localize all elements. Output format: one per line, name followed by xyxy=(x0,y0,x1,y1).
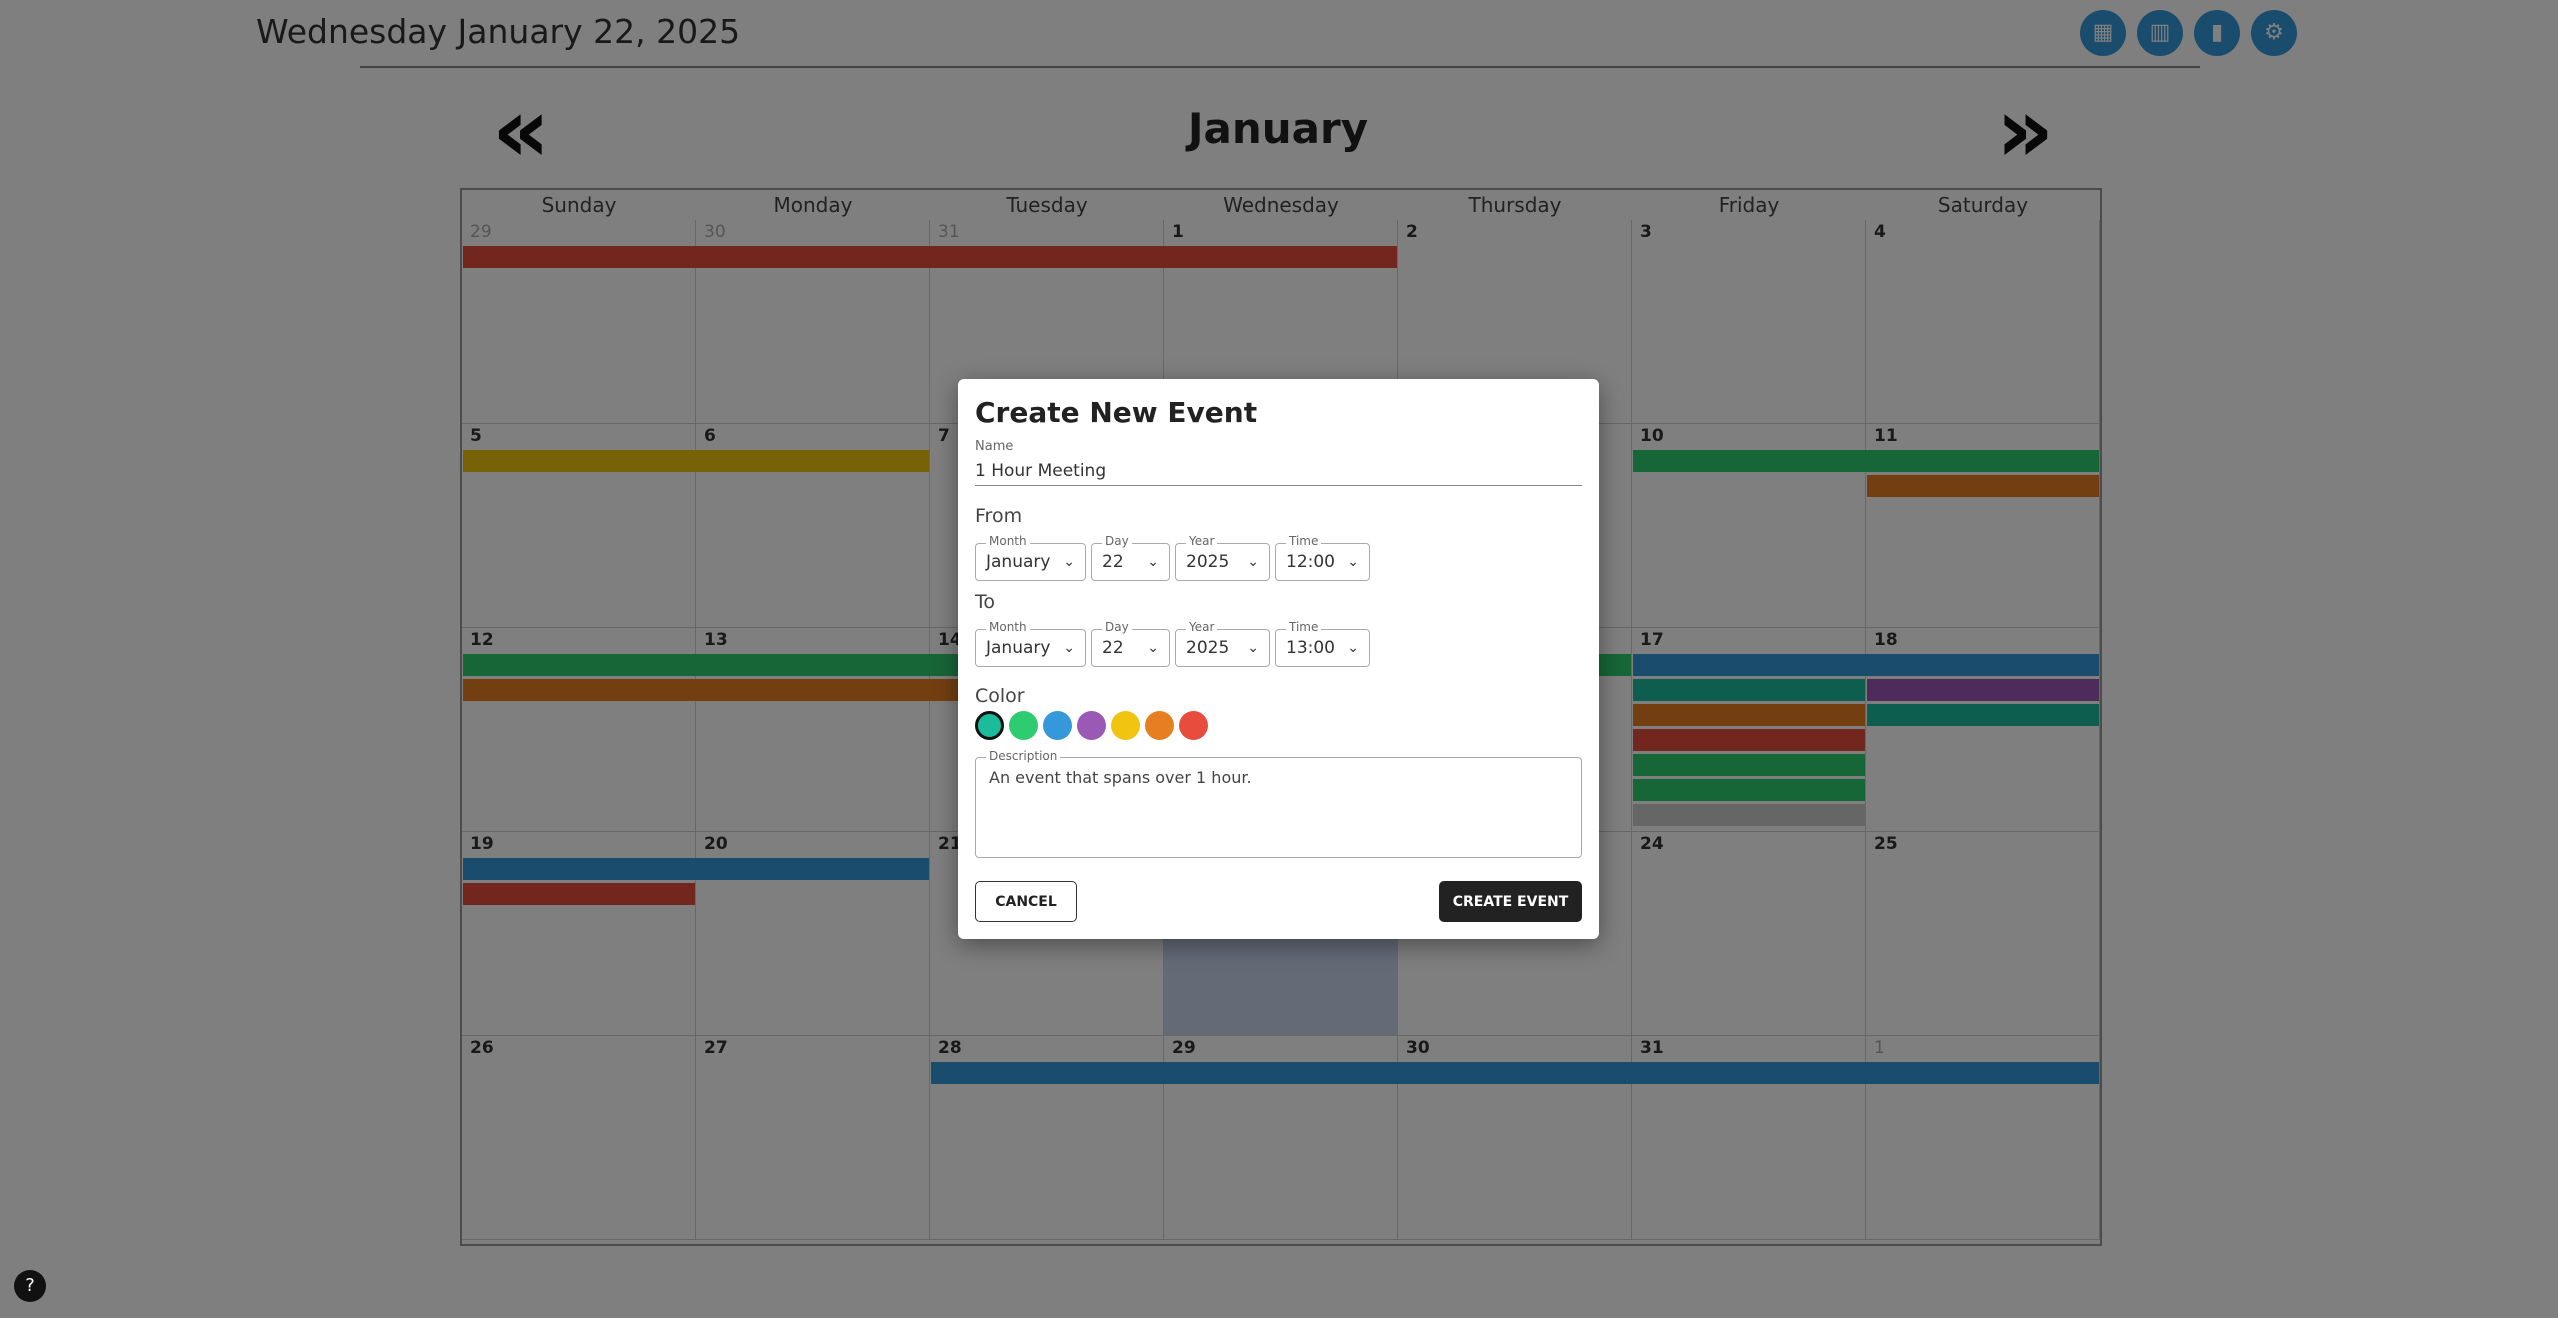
event-name-input[interactable]: 1 Hour Meeting xyxy=(975,461,1106,481)
color-swatch[interactable] xyxy=(1009,711,1038,740)
dialog-title: Create New Event xyxy=(975,396,1258,429)
to-day-value: 22 xyxy=(1102,638,1124,658)
from-month-value: January xyxy=(986,552,1051,572)
to-label: To xyxy=(975,591,996,613)
to-time-select[interactable]: Time 13:00 ⌄ xyxy=(1275,620,1370,667)
description-field[interactable]: Description An event that spans over 1 h… xyxy=(975,749,1582,858)
event-name-field[interactable]: Name 1 Hour Meeting xyxy=(975,439,1582,486)
year-legend: Year xyxy=(1186,620,1218,634)
create-event-button[interactable]: CREATE EVENT xyxy=(1439,881,1582,922)
from-month-select[interactable]: Month January ⌄ xyxy=(975,534,1086,581)
to-time-value: 13:00 xyxy=(1286,638,1335,658)
color-swatch[interactable] xyxy=(1179,711,1208,740)
chevron-down-icon: ⌄ xyxy=(1347,554,1359,570)
chevron-down-icon: ⌄ xyxy=(1063,640,1075,656)
name-label: Name xyxy=(975,439,1014,454)
from-label: From xyxy=(975,505,1023,527)
chevron-down-icon: ⌄ xyxy=(1247,640,1259,656)
chevron-down-icon: ⌄ xyxy=(1247,554,1259,570)
year-legend: Year xyxy=(1186,534,1218,548)
to-day-select[interactable]: Day 22 ⌄ xyxy=(1091,620,1170,667)
create-event-dialog: Create New Event Name 1 Hour Meeting Fro… xyxy=(958,379,1599,939)
color-picker xyxy=(975,711,1208,740)
help-icon[interactable]: ? xyxy=(14,1270,46,1302)
chevron-down-icon: ⌄ xyxy=(1063,554,1075,570)
color-swatch[interactable] xyxy=(1111,711,1140,740)
from-date-row: Month January ⌄ Day 22 ⌄ Year 2025 ⌄ Tim… xyxy=(975,534,1370,581)
cancel-button[interactable]: CANCEL xyxy=(975,881,1077,922)
to-year-select[interactable]: Year 2025 ⌄ xyxy=(1175,620,1270,667)
chevron-down-icon: ⌄ xyxy=(1147,554,1159,570)
to-date-row: Month January ⌄ Day 22 ⌄ Year 2025 ⌄ Tim… xyxy=(975,620,1370,667)
from-day-select[interactable]: Day 22 ⌄ xyxy=(1091,534,1170,581)
time-legend: Time xyxy=(1286,534,1322,548)
chevron-down-icon: ⌄ xyxy=(1147,640,1159,656)
month-legend: Month xyxy=(986,620,1030,634)
color-swatch[interactable] xyxy=(1145,711,1174,740)
day-legend: Day xyxy=(1102,534,1132,548)
from-time-select[interactable]: Time 12:00 ⌄ xyxy=(1275,534,1370,581)
to-month-select[interactable]: Month January ⌄ xyxy=(975,620,1086,667)
from-time-value: 12:00 xyxy=(1286,552,1335,572)
from-day-value: 22 xyxy=(1102,552,1124,572)
day-legend: Day xyxy=(1102,620,1132,634)
to-year-value: 2025 xyxy=(1186,638,1230,658)
color-label: Color xyxy=(975,685,1025,707)
to-month-value: January xyxy=(986,638,1051,658)
color-swatch[interactable] xyxy=(975,711,1004,740)
time-legend: Time xyxy=(1286,620,1322,634)
description-label: Description xyxy=(986,749,1061,763)
from-year-value: 2025 xyxy=(1186,552,1230,572)
month-legend: Month xyxy=(986,534,1030,548)
from-year-select[interactable]: Year 2025 ⌄ xyxy=(1175,534,1270,581)
description-input[interactable]: An event that spans over 1 hour. xyxy=(989,768,1252,787)
color-swatch[interactable] xyxy=(1043,711,1072,740)
color-swatch[interactable] xyxy=(1077,711,1106,740)
chevron-down-icon: ⌄ xyxy=(1347,640,1359,656)
